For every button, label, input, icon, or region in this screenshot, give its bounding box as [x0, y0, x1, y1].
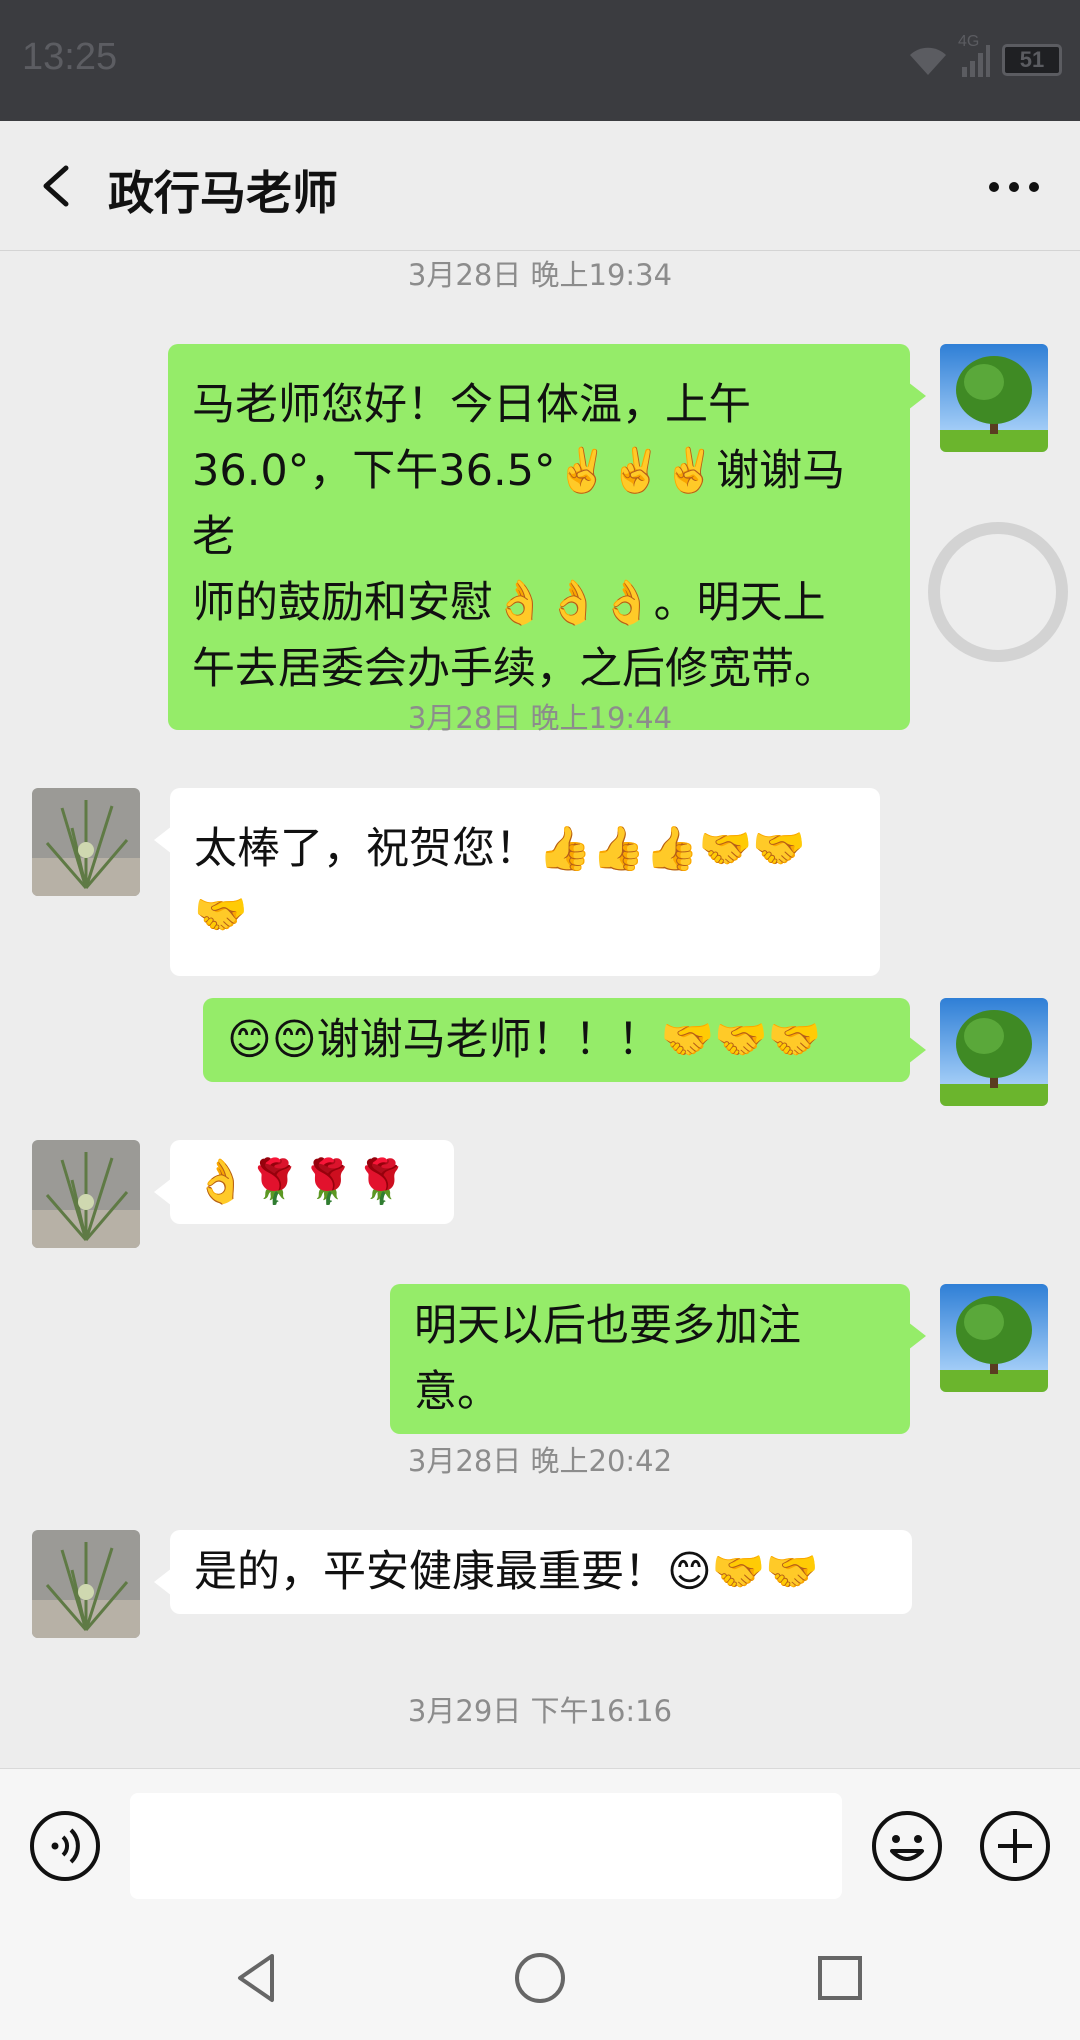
nav-back-button[interactable] [228, 1948, 288, 2008]
my-avatar[interactable] [940, 998, 1048, 1106]
more-button[interactable] [984, 169, 1044, 205]
my-avatar[interactable] [940, 1284, 1048, 1392]
message-line: 🤝 [194, 890, 248, 940]
timestamp: 3月28日 晚上19:44 [407, 701, 673, 735]
system-nav-bar [0, 1918, 1080, 2040]
my-message-bubble[interactable]: 明天以后也要多加注意。 [390, 1284, 926, 1434]
nav-home-button[interactable] [510, 1948, 570, 2008]
message-line: 36.0°，下午36.5°✌️✌️✌️谢谢马老 [192, 446, 846, 562]
status-icons: 4G 51 [908, 33, 1062, 80]
contact-avatar[interactable] [32, 1530, 140, 1638]
timestamp: 3月29日 下午16:16 [407, 1694, 673, 1728]
status-time: 13:25 [22, 36, 118, 78]
my-message-bubble[interactable]: 马老师您好！今日体温，上午 36.0°，下午36.5°✌️✌️✌️谢谢马老 师的… [168, 344, 926, 730]
message-line: 马老师您好！今日体温，上午 [192, 380, 751, 430]
battery-icon: 51 [1002, 44, 1062, 76]
voice-icon [30, 1811, 100, 1881]
message-line: 是的，平安健康最重要！😊🤝🤝 [194, 1547, 819, 1597]
signal-icon: 4G [958, 33, 990, 77]
contact-avatar[interactable] [32, 1140, 140, 1248]
my-message-bubble[interactable]: 😊😊谢谢马老师！！！🤝🤝🤝 [203, 998, 926, 1082]
message-line: 明天以后也要多加注意。 [414, 1301, 801, 1417]
message-line: 😊😊谢谢马老师！！！🤝🤝🤝 [227, 1015, 822, 1065]
voice-button[interactable] [28, 1809, 102, 1883]
contact-message-bubble[interactable]: 太棒了，祝贺您！👍👍👍🤝🤝 🤝 [154, 788, 880, 976]
emoji-icon [872, 1811, 942, 1881]
emoji-button[interactable] [870, 1809, 944, 1883]
more-functions-button[interactable] [978, 1809, 1052, 1883]
loading-spinner-icon [928, 522, 1068, 662]
message-line: 午去居委会办手续，之后修宽带。 [192, 644, 837, 694]
chevron-left-icon [43, 165, 69, 207]
nav-recent-icon [818, 1956, 862, 2000]
more-dots-icon [989, 182, 1039, 192]
nav-back-icon [238, 1954, 274, 2002]
contact-message-bubble[interactable]: 👌🌹🌹🌹 [154, 1140, 454, 1224]
input-bar [0, 1768, 1080, 1918]
plus-icon [980, 1811, 1050, 1881]
timestamp: 3月28日 晚上19:34 [407, 258, 673, 292]
message-line: 👌🌹🌹🌹 [194, 1157, 409, 1207]
wifi-icon [908, 43, 948, 77]
contact-avatar[interactable] [32, 788, 140, 896]
my-avatar[interactable] [940, 344, 1048, 452]
contact-message-bubble[interactable]: 是的，平安健康最重要！😊🤝🤝 [154, 1530, 912, 1614]
nav-recent-button[interactable] [810, 1948, 870, 2008]
message-line: 师的鼓励和安慰👌👌👌。明天上 [192, 578, 826, 628]
chat-header: 政行马老师 [0, 121, 1080, 251]
back-button[interactable] [30, 156, 90, 216]
timestamp: 3月28日 晚上20:42 [407, 1444, 673, 1478]
network-type: 4G [958, 33, 980, 50]
status-bar: 13:25 4G 51 [0, 0, 1080, 121]
message-input[interactable] [130, 1793, 842, 1899]
chat-title: 政行马老师 [108, 166, 338, 220]
chat-message-list[interactable]: 3月28日 晚上19:34 马老师您好！今日体温，上午 36.0°，下午36.5… [0, 252, 1080, 1768]
nav-home-icon [515, 1953, 565, 2003]
message-line: 太棒了，祝贺您！👍👍👍🤝🤝 [194, 824, 806, 874]
